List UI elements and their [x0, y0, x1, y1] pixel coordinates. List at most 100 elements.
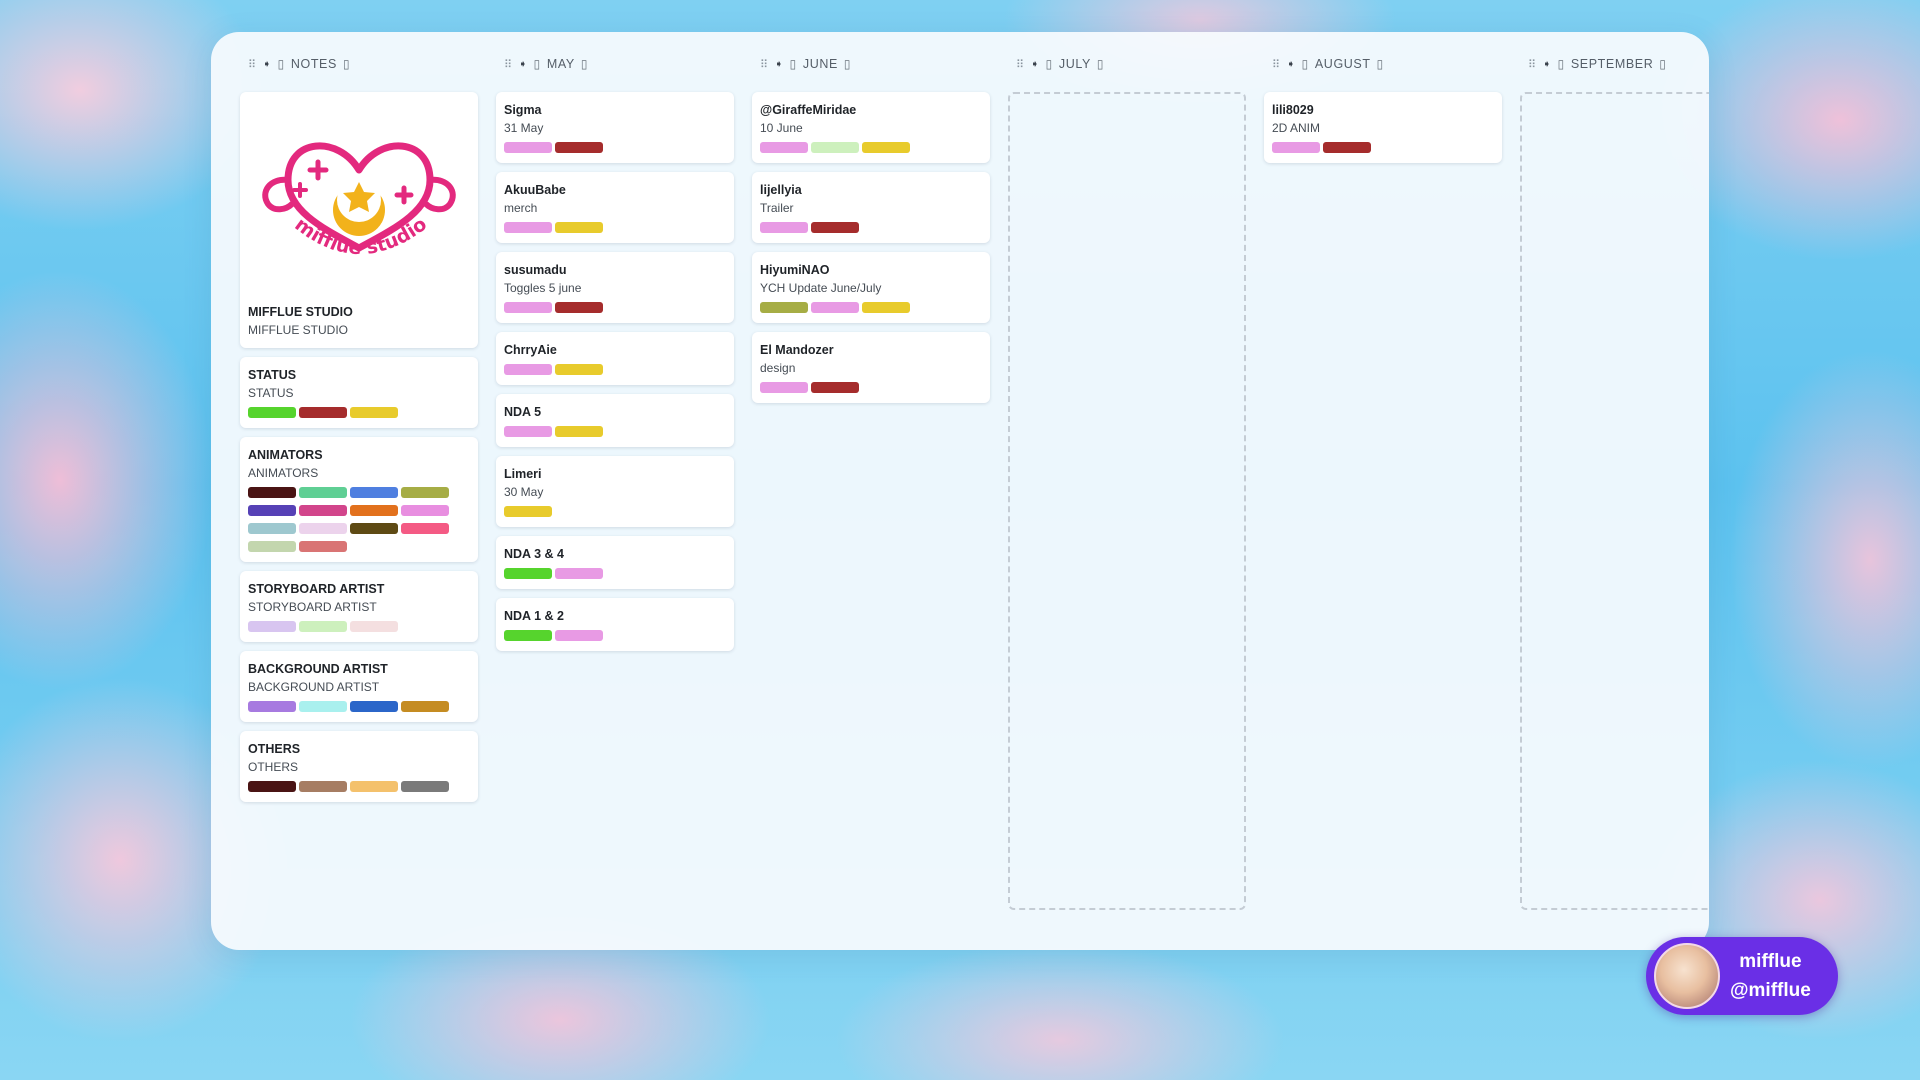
label-tag[interactable] — [504, 222, 552, 233]
card[interactable]: HiyumiNAO YCH Update June/July — [752, 252, 990, 323]
column-menu-icon[interactable]: ▯ — [343, 57, 350, 71]
column-menu-icon[interactable]: ▯ — [1659, 57, 1666, 71]
label-tag[interactable] — [299, 701, 347, 712]
column-menu-icon[interactable]: ▯ — [1377, 57, 1384, 71]
card[interactable]: Limeri 30 May — [496, 456, 734, 527]
label-tag[interactable] — [555, 302, 603, 313]
collapse-arrow-icon[interactable]: ➧ — [263, 59, 272, 70]
label-tag[interactable] — [248, 701, 296, 712]
collapse-arrow-icon[interactable]: ➧ — [775, 59, 784, 70]
label-tag[interactable] — [401, 701, 449, 712]
label-tag[interactable] — [862, 302, 910, 313]
label-tag[interactable] — [811, 302, 859, 313]
label-tag[interactable] — [350, 505, 398, 516]
column-header[interactable]: ⠿ ➧ ▯ JUNE ▯ — [752, 50, 990, 78]
label-tag[interactable] — [350, 407, 398, 418]
label-tag[interactable] — [504, 426, 552, 437]
label-tag[interactable] — [350, 781, 398, 792]
label-tag[interactable] — [504, 364, 552, 375]
label-tag[interactable] — [555, 630, 603, 641]
card[interactable]: ChrryAie — [496, 332, 734, 385]
label-tag[interactable] — [760, 382, 808, 393]
card-background-artist[interactable]: BACKGROUND ARTIST BACKGROUND ARTIST — [240, 651, 478, 722]
label-tag[interactable] — [401, 505, 449, 516]
card[interactable]: lijellyia Trailer — [752, 172, 990, 243]
label-tag[interactable] — [401, 487, 449, 498]
label-tag[interactable] — [555, 222, 603, 233]
label-tag[interactable] — [299, 781, 347, 792]
label-tag[interactable] — [299, 523, 347, 534]
card[interactable]: lili8029 2D ANIM — [1264, 92, 1502, 163]
card[interactable]: @GiraffeMiridae 10 June — [752, 92, 990, 163]
label-tag[interactable] — [504, 568, 552, 579]
label-tag[interactable] — [504, 506, 552, 517]
label-tag[interactable] — [299, 407, 347, 418]
label-tag[interactable] — [299, 505, 347, 516]
card[interactable]: susumadu Toggles 5 june — [496, 252, 734, 323]
label-tag[interactable] — [504, 302, 552, 313]
drag-handle-icon[interactable]: ⠿ — [248, 58, 257, 71]
label-tag[interactable] — [401, 781, 449, 792]
label-tag[interactable] — [248, 407, 296, 418]
label-tag[interactable] — [350, 487, 398, 498]
label-tag[interactable] — [760, 302, 808, 313]
card-storyboard-artist[interactable]: STORYBOARD ARTIST STORYBOARD ARTIST — [240, 571, 478, 642]
label-tag[interactable] — [555, 426, 603, 437]
card[interactable]: NDA 3 & 4 — [496, 536, 734, 589]
column-header[interactable]: ⠿ ➧ ▯ SEPTEMBER ▯ — [1520, 50, 1709, 78]
label-tag[interactable] — [1272, 142, 1320, 153]
label-tag[interactable] — [401, 523, 449, 534]
empty-drop-zone[interactable] — [1520, 92, 1709, 910]
label-tag[interactable] — [299, 541, 347, 552]
column-menu-icon[interactable]: ▯ — [1097, 57, 1104, 71]
label-tag[interactable] — [760, 222, 808, 233]
column-menu-icon[interactable]: ▯ — [581, 57, 588, 71]
card[interactable]: AkuuBabe merch — [496, 172, 734, 243]
label-tag[interactable] — [504, 142, 552, 153]
label-tag[interactable] — [811, 382, 859, 393]
label-tag[interactable] — [504, 630, 552, 641]
label-tag[interactable] — [248, 541, 296, 552]
label-tag[interactable] — [350, 701, 398, 712]
label-tag[interactable] — [555, 568, 603, 579]
drag-handle-icon[interactable]: ⠿ — [1272, 58, 1281, 71]
drag-handle-icon[interactable]: ⠿ — [760, 58, 769, 71]
card-status[interactable]: STATUS STATUS — [240, 357, 478, 428]
empty-drop-zone[interactable] — [1008, 92, 1246, 910]
card-others[interactable]: OTHERS OTHERS — [240, 731, 478, 802]
collapse-arrow-icon[interactable]: ➧ — [1543, 59, 1552, 70]
label-tag[interactable] — [811, 222, 859, 233]
card[interactable]: NDA 1 & 2 — [496, 598, 734, 651]
label-tag[interactable] — [299, 487, 347, 498]
card[interactable]: NDA 5 — [496, 394, 734, 447]
collapse-arrow-icon[interactable]: ➧ — [1287, 59, 1296, 70]
label-tag[interactable] — [248, 621, 296, 632]
label-tag[interactable] — [248, 781, 296, 792]
label-tag[interactable] — [760, 142, 808, 153]
label-tag[interactable] — [555, 364, 603, 375]
column-header[interactable]: ⠿ ➧ ▯ AUGUST ▯ — [1264, 50, 1502, 78]
label-tag[interactable] — [248, 523, 296, 534]
label-tag[interactable] — [862, 142, 910, 153]
column-header[interactable]: ⠿ ➧ ▯ NOTES ▯ — [240, 50, 478, 78]
label-tag[interactable] — [1323, 142, 1371, 153]
label-tag[interactable] — [248, 505, 296, 516]
column-header[interactable]: ⠿ ➧ ▯ JULY ▯ — [1008, 50, 1246, 78]
label-tag[interactable] — [299, 621, 347, 632]
drag-handle-icon[interactable]: ⠿ — [1528, 58, 1537, 71]
label-tag[interactable] — [555, 142, 603, 153]
card-animators[interactable]: ANIMATORS ANIMATORS — [240, 437, 478, 562]
label-tag[interactable] — [350, 621, 398, 632]
label-tag[interactable] — [811, 142, 859, 153]
label-tag[interactable] — [248, 487, 296, 498]
column-header[interactable]: ⠿ ➧ ▯ MAY ▯ — [496, 50, 734, 78]
card[interactable]: Sigma 31 May — [496, 92, 734, 163]
label-tag[interactable] — [350, 523, 398, 534]
drag-handle-icon[interactable]: ⠿ — [504, 58, 513, 71]
collapse-arrow-icon[interactable]: ➧ — [519, 59, 528, 70]
collapse-arrow-icon[interactable]: ➧ — [1031, 59, 1040, 70]
card[interactable]: El Mandozer design — [752, 332, 990, 403]
drag-handle-icon[interactable]: ⠿ — [1016, 58, 1025, 71]
card-studio[interactable]: mifflue studio MIFFLUE STUDIO MIFFLUE ST… — [240, 92, 478, 348]
column-menu-icon[interactable]: ▯ — [844, 57, 851, 71]
